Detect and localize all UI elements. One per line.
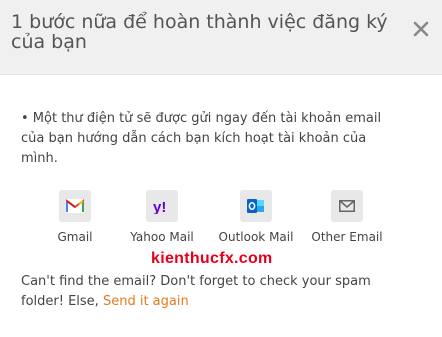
- resend-email-link[interactable]: Send it again: [103, 294, 189, 309]
- dialog-title: 1 bước nữa để hoàn thành việc đăng ký củ…: [11, 11, 388, 53]
- outlook-mail-label: Outlook Mail: [218, 230, 294, 244]
- gmail-label: Gmail: [57, 230, 93, 244]
- email-provider-list: Gmail y! Yahoo Mail Outlook Mail Other E…: [0, 190, 442, 250]
- spam-folder-note: Can't find the email? Don't forget to ch…: [21, 272, 381, 312]
- instruction-text: • Một thư điện tử sẽ được gửi ngay đến t…: [21, 111, 382, 166]
- other-email-link[interactable]: Other Email: [302, 190, 392, 244]
- svg-text:y!: y!: [153, 199, 166, 214]
- dialog-header: 1 bước nữa để hoàn thành việc đăng ký củ…: [0, 0, 442, 75]
- signup-confirmation-dialog: 1 bước nữa để hoàn thành việc đăng ký củ…: [0, 0, 442, 337]
- yahoo-icon: y!: [153, 199, 166, 214]
- close-button[interactable]: [406, 14, 436, 44]
- other-email-label: Other Email: [311, 230, 383, 244]
- yahoo-mail-link[interactable]: y! Yahoo Mail: [117, 190, 207, 244]
- yahoo-mail-label: Yahoo Mail: [130, 230, 194, 244]
- watermark-text: kienthucfx.com: [151, 250, 273, 267]
- note-text: Can't find the email? Don't forget to ch…: [21, 274, 371, 309]
- gmail-link[interactable]: Gmail: [30, 190, 120, 244]
- outlook-mail-link[interactable]: Outlook Mail: [211, 190, 301, 244]
- gmail-icon: [66, 199, 84, 213]
- envelope-icon: [339, 200, 355, 212]
- close-icon: [413, 21, 429, 37]
- outlook-icon: [247, 199, 264, 213]
